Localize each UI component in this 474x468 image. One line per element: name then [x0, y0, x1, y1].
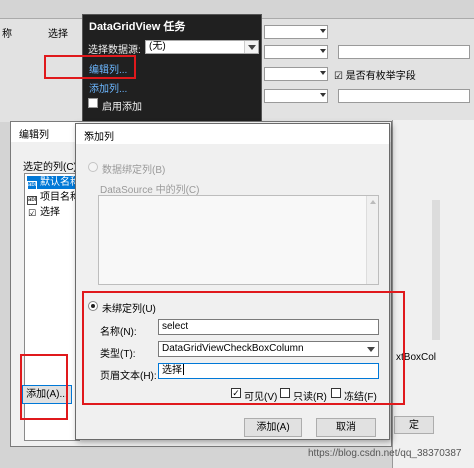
databound-label: 数据绑定列(B)	[102, 165, 166, 176]
tasks-panel-title: DataGridView 任务	[89, 21, 186, 33]
enable-add-checkbox[interactable]	[88, 98, 98, 108]
data-source-combo[interactable]: (无)	[145, 40, 259, 54]
unbound-label: 未绑定列(U)	[102, 304, 156, 315]
chevron-down-icon[interactable]	[244, 41, 258, 53]
header-text-label: 页眉文本(H):	[100, 371, 157, 382]
selected-columns-label: 选定的列(C):	[23, 162, 80, 173]
name-label: 名称(N):	[100, 327, 137, 338]
column-item-default-name[interactable]: abl 默认名称	[27, 176, 81, 190]
watermark-text: https://blog.csdn.net/qq_38370387	[308, 448, 462, 459]
add-dialog-titlebar: 添加列 ×	[76, 124, 389, 144]
bg-column-header-select: 选择	[48, 29, 68, 40]
close-icon[interactable]: ×	[84, 128, 381, 142]
type-select-value: DataGridViewCheckBoxColumn	[162, 343, 304, 354]
bg-scroll-area	[432, 200, 440, 340]
bg-checkbox-enum-label: 是否有枚举字段	[345, 71, 416, 82]
name-input-value: select	[162, 321, 189, 332]
column-item-label: 默认名称	[40, 177, 80, 188]
datasource-columns-label: DataSource 中的列(C)	[100, 185, 200, 196]
column-item-label: 项目名称	[40, 192, 80, 203]
edit-columns-link[interactable]: 编辑列...	[89, 61, 127, 76]
visible-checkbox[interactable]: ✓	[231, 388, 241, 398]
add-column-link[interactable]: 添加列...	[89, 80, 127, 95]
frozen-label: 冻结(F)	[344, 392, 377, 403]
header-text-value: 选择	[162, 365, 182, 376]
type-select[interactable]: DataGridViewCheckBoxColumn	[158, 341, 379, 357]
edit-add-button[interactable]: 添加(A)...	[22, 385, 72, 404]
column-item-select[interactable]: ☑ 选择	[27, 206, 81, 219]
visible-label: 可见(V)	[244, 392, 278, 403]
name-input[interactable]: select	[158, 319, 379, 335]
datagridview-tasks-panel: DataGridView 任务 选择数据源: (无) 编辑列... 添加列...…	[82, 14, 262, 124]
type-label: 类型(T):	[100, 349, 136, 360]
text-caret	[183, 364, 184, 375]
column-item-label: 选择	[40, 207, 60, 218]
readonly-label: 只读(R)	[293, 392, 327, 403]
bg-combo-2[interactable]	[264, 45, 328, 59]
chevron-down-icon[interactable]	[367, 347, 375, 352]
bg-ok-button[interactable]: 定	[394, 416, 434, 434]
unbound-radio[interactable]	[88, 301, 98, 311]
bg-column-header-left: 称	[2, 29, 12, 40]
column-item-project-name[interactable]: abl 项目名称	[27, 191, 81, 205]
textbox-column-icon: abl	[27, 181, 37, 190]
frozen-checkbox[interactable]	[331, 388, 341, 398]
add-column-dialog: 添加列 × 数据绑定列(B) DataSource 中的列(C) 未绑定列(U)…	[75, 123, 390, 440]
bg-truncated-text: xtBoxCol	[396, 352, 437, 363]
datasource-columns-list[interactable]	[98, 195, 379, 285]
bg-combo-1[interactable]	[264, 25, 328, 39]
textbox-column-icon: abl	[27, 196, 37, 205]
edit-dialog-title: 编辑列	[19, 130, 49, 141]
bg-combo-4[interactable]	[264, 89, 328, 103]
header-text-input[interactable]: 选择	[158, 363, 379, 379]
bg-field-4[interactable]	[338, 89, 470, 103]
databound-radio[interactable]	[88, 162, 98, 172]
data-source-value: (无)	[149, 41, 166, 52]
bg-combo-3[interactable]	[264, 67, 328, 81]
enable-add-label: 启用添加	[102, 102, 142, 113]
add-cancel-button[interactable]: 取消	[316, 418, 376, 437]
add-confirm-button[interactable]: 添加(A)	[244, 418, 302, 437]
data-source-label: 选择数据源:	[88, 45, 141, 56]
bg-checkbox-enum[interactable]: ☑ 是否有枚举字段	[334, 67, 416, 82]
datasource-scrollbar[interactable]	[366, 196, 378, 284]
chevron-up-icon	[370, 200, 376, 204]
checkbox-column-icon: ☑	[27, 208, 37, 218]
bg-field-2[interactable]	[338, 45, 470, 59]
readonly-checkbox[interactable]	[280, 388, 290, 398]
